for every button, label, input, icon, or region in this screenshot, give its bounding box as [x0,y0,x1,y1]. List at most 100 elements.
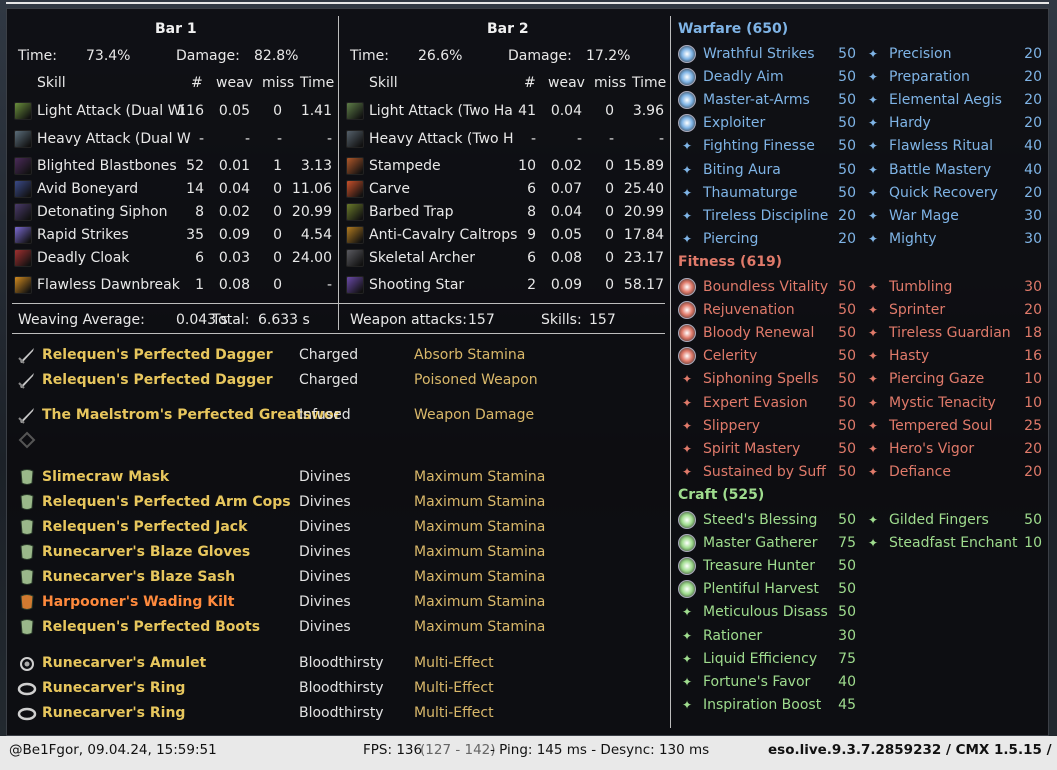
passive-star-icon: ✦ [682,186,693,200]
skills-count-label: Skills: [541,312,582,328]
warfare-star-value: 20 [1024,46,1042,62]
amulet-icon [17,653,37,673]
bar1-header-miss: miss [262,75,295,91]
passive-star-icon: ✦ [682,396,693,410]
slotted-star-icon [678,278,696,296]
total-value: 6.633 s [258,312,310,328]
bar2-header-miss: miss [594,75,627,91]
warfare-title: Warfare (650) [678,21,789,37]
warfare-star-name: Quick Recovery [889,185,998,201]
bar2-time-value: 26.6% [418,48,463,64]
bar2-skill-time: 23.17 [623,250,664,266]
footer-fps: FPS: 136 [363,742,423,758]
craft-star-name: Inspiration Boost [703,697,822,713]
dagger-icon [17,370,37,390]
slotted-star-icon [678,324,696,342]
gear-trait: Divines [299,519,351,535]
passive-star-icon: ✦ [868,349,879,363]
passive-star-icon: ✦ [868,396,879,410]
footer-version: eso.live.9.3.7.2859232 / CMX 1.5.15 / LC… [768,742,1057,758]
fitness-star-value: 10 [1024,395,1042,411]
warfare-star-value: 40 [1024,162,1042,178]
warfare-star-value: 50 [838,185,856,201]
passive-star-icon: ✦ [868,47,879,61]
fitness-star-value: 50 [838,371,856,387]
boneyard-icon [14,180,32,198]
bar1-header-casts: # [191,75,203,91]
slotted-star-icon [678,68,696,86]
bar2-skill-name: Stampede [369,158,441,174]
gear-enchant: Weapon Damage [414,407,535,423]
chest-icon [17,517,37,537]
fitness-star-value: 50 [838,395,856,411]
fitness-star-name: Spirit Mastery [703,441,801,457]
shooting-star-icon [346,276,364,294]
slotted-star-icon [678,114,696,132]
passive-star-icon: ✦ [682,605,693,619]
bar1-skill-time: 11.06 [291,181,332,197]
fitness-star-name: Sprinter [889,302,946,318]
warfare-star-value: 20 [838,208,856,224]
passive-star-icon: ✦ [868,209,879,223]
gear-trait: Divines [299,594,351,610]
champion-divider [670,16,671,728]
status-footer: @Be1Fgor, 09.04.24, 15:59:51 FPS: 136 (1… [0,736,1057,770]
bar1-header-skill: Skill [37,75,66,91]
bar1-skill-time: 20.99 [291,204,332,220]
craft-star-value: 50 [838,581,856,597]
gear-item-name: Runecarver's Blaze Sash [42,569,236,585]
warfare-star-name: Deadly Aim [703,69,784,85]
craft-star-name: Plentiful Harvest [703,581,819,597]
fitness-star-name: Mystic Tenacity [889,395,996,411]
fitness-star-name: Piercing Gaze [889,371,985,387]
boots-icon [17,617,37,637]
craft-star-name: Steadfast Enchant [889,535,1018,551]
gear-enchant: Maximum Stamina [414,619,546,635]
craft-star-name: Liquid Efficiency [703,651,818,667]
passive-star-icon: ✦ [682,419,693,433]
bar2-skill-name: Barbed Trap [369,204,454,220]
bar2-skill-time: 17.84 [623,227,664,243]
gear-item-name: Runecarver's Blaze Gloves [42,544,251,560]
slotted-star-icon [678,301,696,319]
slotted-star-icon [678,534,696,552]
gear-trait: Divines [299,569,351,585]
caltrops-icon [346,226,364,244]
passive-star-icon: ✦ [868,93,879,107]
craft-star-value: 50 [838,512,856,528]
footer-player-timestamp: @Be1Fgor, 09.04.24, 15:59:51 [9,742,217,758]
warfare-star-value: 20 [1024,92,1042,108]
warfare-star-value: 20 [1024,185,1042,201]
bars-summary-divider [12,303,665,304]
fitness-star-value: 25 [1024,418,1042,434]
fitness-star-name: Expert Evasion [703,395,808,411]
barbed-trap-icon [346,203,364,221]
gear-trait: Bloodthirsty [299,680,384,696]
warfare-star-value: 50 [838,69,856,85]
passive-star-icon: ✦ [868,372,879,386]
bar1-skill-name: Rapid Strikes [37,227,129,243]
fitness-star-name: Tempered Soul [889,418,993,434]
gear-item-name: Runecarver's Ring [42,705,186,721]
gear-trait: Charged [299,372,359,388]
warfare-star-name: Preparation [889,69,970,85]
craft-star-value: 45 [838,697,856,713]
warfare-star-value: 30 [1024,208,1042,224]
passive-star-icon: ✦ [868,419,879,433]
fitness-star-name: Rejuvenation [703,302,795,318]
bar2-skill-time: 25.40 [623,181,664,197]
gear-item-name: Slimecraw Mask [42,469,170,485]
craft-star-value: 75 [838,535,856,551]
gear-enchant: Maximum Stamina [414,469,546,485]
fitness-star-name: Hero's Vigor [889,441,975,457]
craft-star-value: 50 [838,604,856,620]
craft-star-name: Rationer [703,628,763,644]
passive-star-icon: ✦ [682,465,693,479]
passive-star-icon: ✦ [682,232,693,246]
bar1-time-value: 73.4% [86,48,131,64]
fitness-star-name: Tumbling [889,279,953,295]
warfare-star-name: Master-at-Arms [703,92,810,108]
bar1-title: Bar 1 [155,21,197,37]
ring-icon [17,703,37,723]
warfare-star-value: 20 [1024,115,1042,131]
